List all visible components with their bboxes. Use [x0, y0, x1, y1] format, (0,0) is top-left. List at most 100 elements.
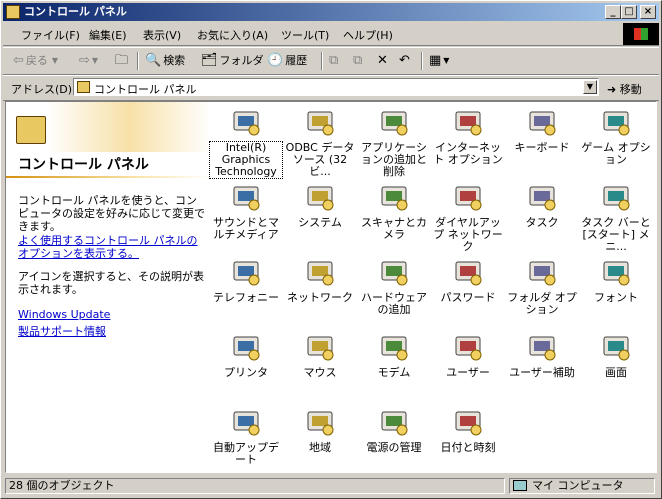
minimize-button[interactable]: _ [605, 5, 621, 19]
control-panel-item[interactable]: 画面 [580, 331, 652, 379]
menu-view[interactable]: 表示(V) [143, 27, 181, 43]
title-divider [6, 176, 211, 178]
control-panel-icon [6, 5, 20, 19]
control-panel-item[interactable]: キーボード [506, 106, 578, 154]
hardware-icon [378, 256, 410, 288]
control-panel-item[interactable]: ユーザー [432, 331, 504, 379]
monitor-graphics-icon [230, 106, 262, 138]
options-link[interactable]: よく使用するコントロール パネルのオプションを表示する。 [18, 234, 208, 260]
control-panel-item[interactable]: 日付と時刻 [432, 406, 504, 454]
menu-file[interactable]: ファイル(F) [21, 27, 80, 43]
control-panel-item[interactable]: テレフォニー [210, 256, 282, 304]
object-count: 28 個のオブジェクト [5, 478, 505, 494]
item-label: テレフォニー [213, 291, 279, 304]
control-panel-item[interactable]: アプリケーションの追加と削除 [358, 106, 430, 178]
item-label: タスク バーと [スタート] メニ... [581, 216, 651, 253]
item-label: Intel(R) Graphics Technology [209, 141, 283, 179]
pane-hint: アイコンを選択すると、その説明が表示されます。 [18, 270, 205, 296]
address-dropdown-button[interactable]: ▼ [583, 80, 597, 94]
control-panel-item[interactable]: 地域 [284, 406, 356, 454]
title-bar[interactable]: コントロール パネル _ □ × [3, 3, 659, 21]
toolbar-separator [137, 52, 139, 70]
search-icon: 🔍 [145, 53, 162, 68]
network-icon [304, 256, 336, 288]
control-panel-item[interactable]: モデム [358, 331, 430, 379]
item-label: スキャナとカメラ [361, 216, 427, 241]
forward-arrow-icon: ⇨ [79, 53, 90, 68]
item-label: マウス [303, 366, 337, 379]
menu-tools[interactable]: ツール(T) [281, 27, 329, 43]
control-panel-item[interactable]: システム [284, 181, 356, 229]
address-field[interactable]: コントロール パネル ▼ [73, 78, 599, 96]
control-panel-item[interactable]: プリンタ [210, 331, 282, 379]
menu-bar: ファイル(F) 編集(E) 表示(V) お気に入り(A) ツール(T) ヘルプ(… [3, 23, 659, 46]
delete-button[interactable]: ✕ [377, 52, 390, 70]
taskbar-icon [600, 181, 632, 213]
control-panel-item[interactable]: サウンドとマルチメディア [210, 181, 282, 241]
control-panel-icon [77, 81, 90, 93]
joystick-icon [600, 106, 632, 138]
control-panel-item[interactable]: フォルダ オプション [506, 256, 578, 316]
control-panel-item[interactable]: ダイヤルアップ ネットワーク [432, 181, 504, 253]
go-button[interactable]: ➜ 移動 [607, 81, 642, 97]
control-panel-item[interactable]: Intel(R) Graphics Technology [209, 106, 283, 179]
item-label: フォルダ オプション [507, 291, 577, 316]
menu-favorites[interactable]: お気に入り(A) [197, 27, 268, 43]
control-panel-item[interactable]: スキャナとカメラ [358, 181, 430, 241]
item-label: ダイヤルアップ ネットワーク [433, 216, 503, 253]
accessibility-icon [526, 331, 558, 363]
control-panel-item[interactable]: パスワード [432, 256, 504, 304]
computer-icon [513, 480, 527, 491]
control-panel-item[interactable]: ODBC データ ソース (32ビ... [284, 106, 356, 178]
control-panel-item[interactable]: ゲーム オプション [580, 106, 652, 166]
up-folder-button[interactable]: 🗀 [115, 52, 130, 70]
control-panel-item[interactable]: タスク [506, 181, 578, 229]
copy-to-button[interactable]: ⧉ [353, 52, 364, 70]
speaker-icon [230, 181, 262, 213]
views-grid-icon: ▦ [429, 53, 442, 68]
folders-icon: 🗂 [201, 53, 218, 68]
mouse-icon [304, 331, 336, 363]
windows-update-link[interactable]: Windows Update [18, 308, 208, 321]
menu-help[interactable]: ヘルプ(H) [343, 27, 393, 43]
control-panel-item[interactable]: ハードウェアの追加 [358, 256, 430, 316]
control-panel-item[interactable]: マウス [284, 331, 356, 379]
views-button[interactable]: ▦ ▼ [429, 52, 449, 70]
item-label: ゲーム オプション [581, 141, 651, 166]
control-panel-item[interactable]: 自動アップデート [210, 406, 282, 466]
control-panel-window: コントロール パネル _ □ × ファイル(F) 編集(E) 表示(V) お気に… [0, 0, 662, 499]
item-label: タスク [525, 216, 559, 229]
undo-icon: ↶ [399, 53, 410, 68]
telephony-icon [230, 256, 262, 288]
control-panel-item[interactable]: タスク バーと [スタート] メニ... [580, 181, 652, 253]
item-label: インターネット オプション [433, 141, 503, 166]
history-button[interactable]: 🕘 履歴 [267, 52, 307, 70]
item-label: 地域 [309, 441, 331, 454]
camera-icon [378, 181, 410, 213]
undo-button[interactable]: ↶ [399, 52, 412, 70]
control-panel-item[interactable]: ユーザー補助 [506, 331, 578, 379]
back-button[interactable]: ⇦ 戻る ▼ [13, 52, 58, 70]
item-label: サウンドとマルチメディア [213, 216, 279, 241]
control-panel-item[interactable]: 電源の管理 [358, 406, 430, 454]
menu-edit[interactable]: 編集(E) [89, 27, 127, 43]
item-label: 日付と時刻 [440, 441, 496, 454]
keyboard-icon [526, 106, 558, 138]
users-icon [452, 331, 484, 363]
item-label: 自動アップデート [213, 441, 279, 466]
item-label: ユーザー補助 [509, 366, 575, 379]
auto-update-icon [230, 406, 262, 438]
database-icon [304, 106, 336, 138]
forward-button[interactable]: ⇨ ▼ [79, 52, 98, 70]
move-to-button[interactable]: ⧉ [329, 52, 340, 70]
control-panel-item[interactable]: ネットワーク [284, 256, 356, 304]
status-bar: 28 個のオブジェクト マイ コンピュータ [3, 477, 659, 497]
folders-button[interactable]: 🗂 フォルダ [201, 52, 264, 70]
control-panel-item[interactable]: インターネット オプション [432, 106, 504, 166]
product-support-link[interactable]: 製品サポート情報 [18, 325, 208, 338]
close-button[interactable]: × [640, 5, 656, 19]
search-button[interactable]: 🔍 検索 [145, 52, 185, 70]
control-panel-item[interactable]: フォント [580, 256, 652, 304]
maximize-button[interactable]: □ [621, 5, 637, 19]
folder-options-icon [526, 256, 558, 288]
